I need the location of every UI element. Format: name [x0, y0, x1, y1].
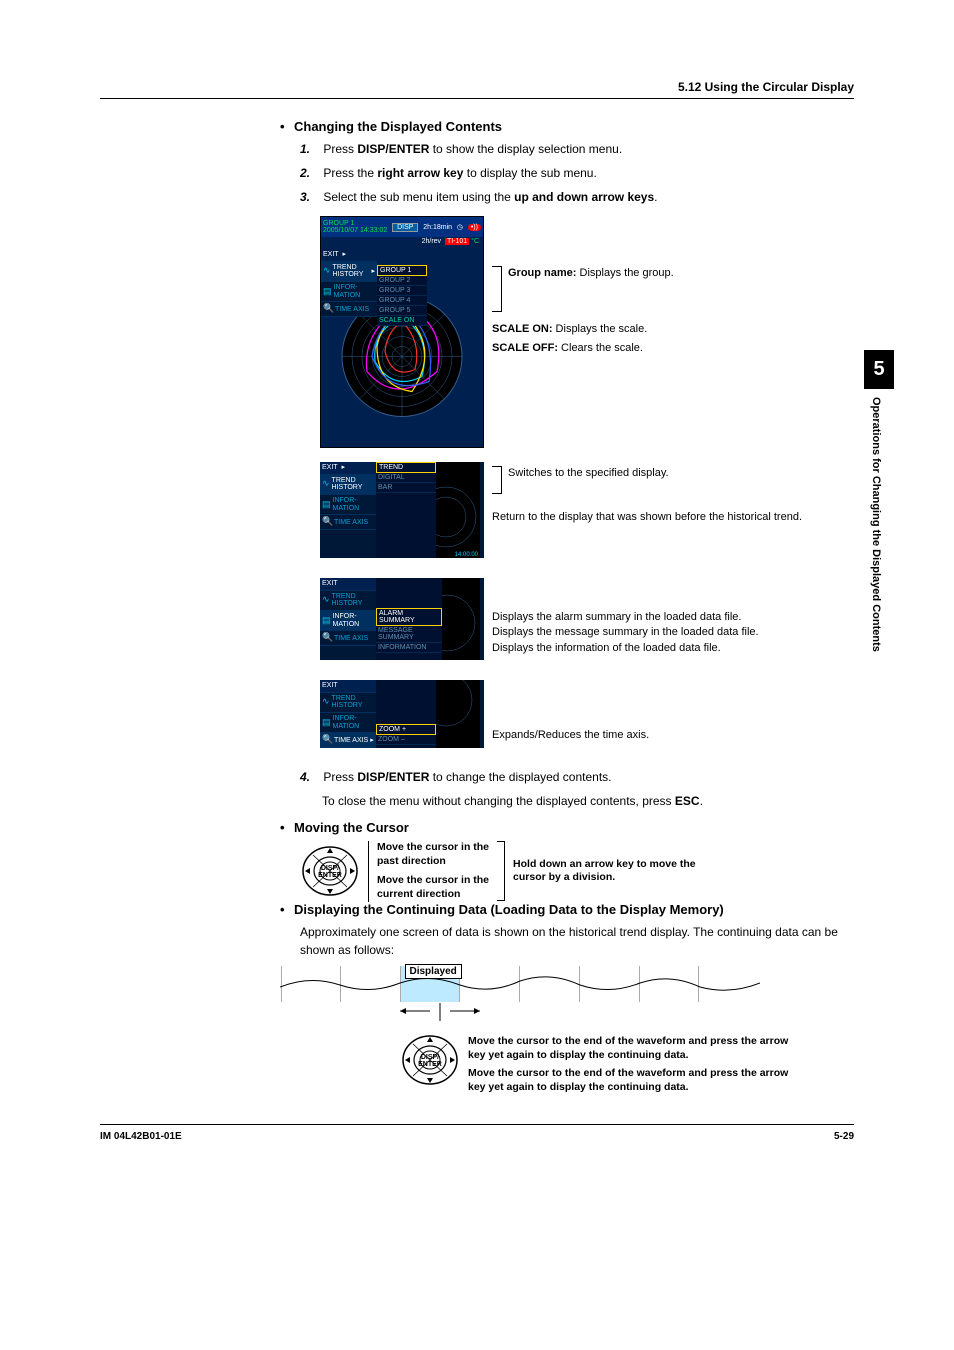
submenu-bar[interactable]: BAR — [376, 483, 436, 493]
disp-button[interactable]: DISP — [392, 223, 418, 232]
info-icon: ▤ — [322, 718, 331, 728]
svg-text:ENTER: ENTER — [318, 872, 342, 879]
submenu-scale-on[interactable]: SCALE ON — [377, 316, 427, 326]
subsection-moving-cursor: •Moving the Cursor — [280, 820, 854, 835]
continuing-footnote-2: Move the cursor to the end of the wavefo… — [468, 1066, 798, 1094]
submenu-zoom-in[interactable]: ZOOM + — [376, 724, 436, 735]
annotation-block2: Switches to the specified display. Retur… — [492, 462, 802, 525]
step-3: 3. Select the sub menu item using the up… — [300, 188, 854, 206]
menu-information-3[interactable]: ▤INFOR-MATION — [320, 611, 376, 631]
info-icon: ▤ — [323, 287, 332, 297]
submenu-information[interactable]: INFORMATION — [376, 643, 442, 653]
trend-icon: ∿ — [322, 697, 330, 707]
shot-menu: EXIT ▸ ∿TREND HISTORY▸ ▤INFOR-MATION 🔍TI… — [321, 249, 377, 317]
page-footer: IM 04L42B01-01E 5-29 — [100, 1124, 854, 1142]
submenu-zoom-out[interactable]: ZOOM – — [376, 735, 436, 745]
submenu-group4[interactable]: GROUP 4 — [377, 296, 427, 306]
trend-icon: ∿ — [323, 266, 331, 276]
annotation-block4: Expands/Reduces the time axis. — [492, 680, 649, 743]
subsection-changing: •Changing the Displayed Contents — [280, 119, 854, 134]
clock-icon: ◷ — [457, 223, 463, 231]
disp-enter-pad-icon: DISP/ ENTER — [300, 841, 360, 901]
chapter-number: 5 — [864, 350, 894, 389]
menu-information-2[interactable]: ▤INFOR-MATION — [320, 495, 376, 515]
menu-trend-history-3[interactable]: ∿TREND HISTORY — [320, 591, 376, 611]
page-header: 5.12 Using the Circular Display — [100, 80, 854, 99]
zoom-icon: 🔍 — [322, 735, 332, 745]
chapter-side-tab: 5 Operations for Changing the Displayed … — [864, 350, 894, 719]
shot-subheader: 2h/rev TI-101 °C — [321, 237, 483, 249]
submenu-group3[interactable]: GROUP 3 — [377, 286, 427, 296]
figure-trend-submenu: EXIT ▸ ∿TREND HISTORY ▤INFOR-MATION 🔍TIM… — [320, 462, 854, 564]
shot-submenu: GROUP 1 GROUP 2 GROUP 3 GROUP 4 GROUP 5 … — [377, 265, 427, 326]
cursor-diagram: DISP/ ENTER Move the cursor in the past … — [300, 841, 854, 902]
record-indicator-icon: •)) — [468, 224, 481, 231]
submenu-digital[interactable]: DIGITAL — [376, 473, 436, 483]
chapter-title: Operations for Changing the Displayed Co… — [864, 389, 888, 719]
disp-enter-pad-icon-2: DISP/ ENTER — [400, 1030, 460, 1090]
trend-icon: ∿ — [322, 595, 330, 605]
annotation-block3: Displays the alarm summary in the loaded… — [492, 578, 759, 656]
submenu-alarm-summary[interactable]: ALARM SUMMARY — [376, 608, 442, 626]
step-4: 4. Press DISP/ENTER to change the displa… — [300, 768, 854, 786]
menu-exit-2[interactable]: EXIT ▸ — [320, 462, 376, 475]
menu-time-axis-2[interactable]: 🔍TIME AXIS — [320, 515, 376, 530]
step-1: 1. Press DISP/ENTER to show the display … — [300, 140, 854, 158]
menu-exit[interactable]: EXIT ▸ — [321, 249, 377, 262]
zoom-icon: 🔍 — [322, 633, 332, 643]
step-4-note: To close the menu without changing the d… — [322, 792, 854, 810]
menu-trend-history-4[interactable]: ∿TREND HISTORY — [320, 693, 376, 713]
displayed-label: Displayed — [405, 964, 462, 979]
menu-information-4[interactable]: ▤INFOR-MATION — [320, 713, 376, 733]
footer-left: IM 04L42B01-01E — [100, 1131, 182, 1142]
trend-icon: ∿ — [322, 479, 330, 489]
menu-time-axis-3[interactable]: 🔍TIME AXIS — [320, 631, 376, 646]
figure-circular-display: GROUP 12005/10/07 14:33:02 DISP 2h:18min… — [320, 216, 854, 448]
submenu-trend[interactable]: TREND — [376, 462, 436, 473]
waveform-diagram: Displayed — [280, 965, 854, 1095]
figure-info-submenu: EXIT ∿TREND HISTORY ▤INFOR-MATION 🔍TIME … — [320, 578, 854, 666]
annotation-column-1: Group name: Displays the group. SCALE ON… — [492, 216, 674, 360]
info-icon: ▤ — [322, 500, 331, 510]
shot-header: GROUP 12005/10/07 14:33:02 DISP 2h:18min… — [321, 217, 483, 237]
menu-information[interactable]: ▤INFOR-MATION — [321, 282, 377, 302]
zoom-icon: 🔍 — [323, 304, 333, 314]
zoom-icon: 🔍 — [322, 517, 332, 527]
menu-time-axis[interactable]: 🔍TIME AXIS — [321, 302, 377, 317]
submenu-group1[interactable]: GROUP 1 — [377, 265, 427, 276]
menu-exit-4[interactable]: EXIT — [320, 680, 376, 693]
continuing-footnote-1: Move the cursor to the end of the wavefo… — [468, 1034, 798, 1062]
menu-trend-history[interactable]: ∿TREND HISTORY▸ — [321, 262, 377, 282]
menu-exit-3[interactable]: EXIT — [320, 578, 376, 591]
menu-trend-history-2[interactable]: ∿TREND HISTORY — [320, 475, 376, 495]
submenu-group2[interactable]: GROUP 2 — [377, 276, 427, 286]
submenu-group5[interactable]: GROUP 5 — [377, 306, 427, 316]
figure-zoom-submenu: EXIT ∿TREND HISTORY ▤INFOR-MATION 🔍TIME … — [320, 680, 854, 754]
continuing-body: Approximately one screen of data is show… — [300, 923, 854, 959]
subsection-continuing-data: •Displaying the Continuing Data (Loading… — [280, 902, 854, 917]
info-icon: ▤ — [322, 616, 331, 626]
footer-right: 5-29 — [834, 1131, 854, 1142]
screenshot-main: GROUP 12005/10/07 14:33:02 DISP 2h:18min… — [320, 216, 484, 448]
submenu-message-summary[interactable]: MESSAGE SUMMARY — [376, 626, 442, 643]
svg-text:ENTER: ENTER — [418, 1061, 442, 1068]
step-2: 2. Press the right arrow key to display … — [300, 164, 854, 182]
menu-time-axis-4[interactable]: 🔍TIME AXIS▸ — [320, 733, 376, 748]
